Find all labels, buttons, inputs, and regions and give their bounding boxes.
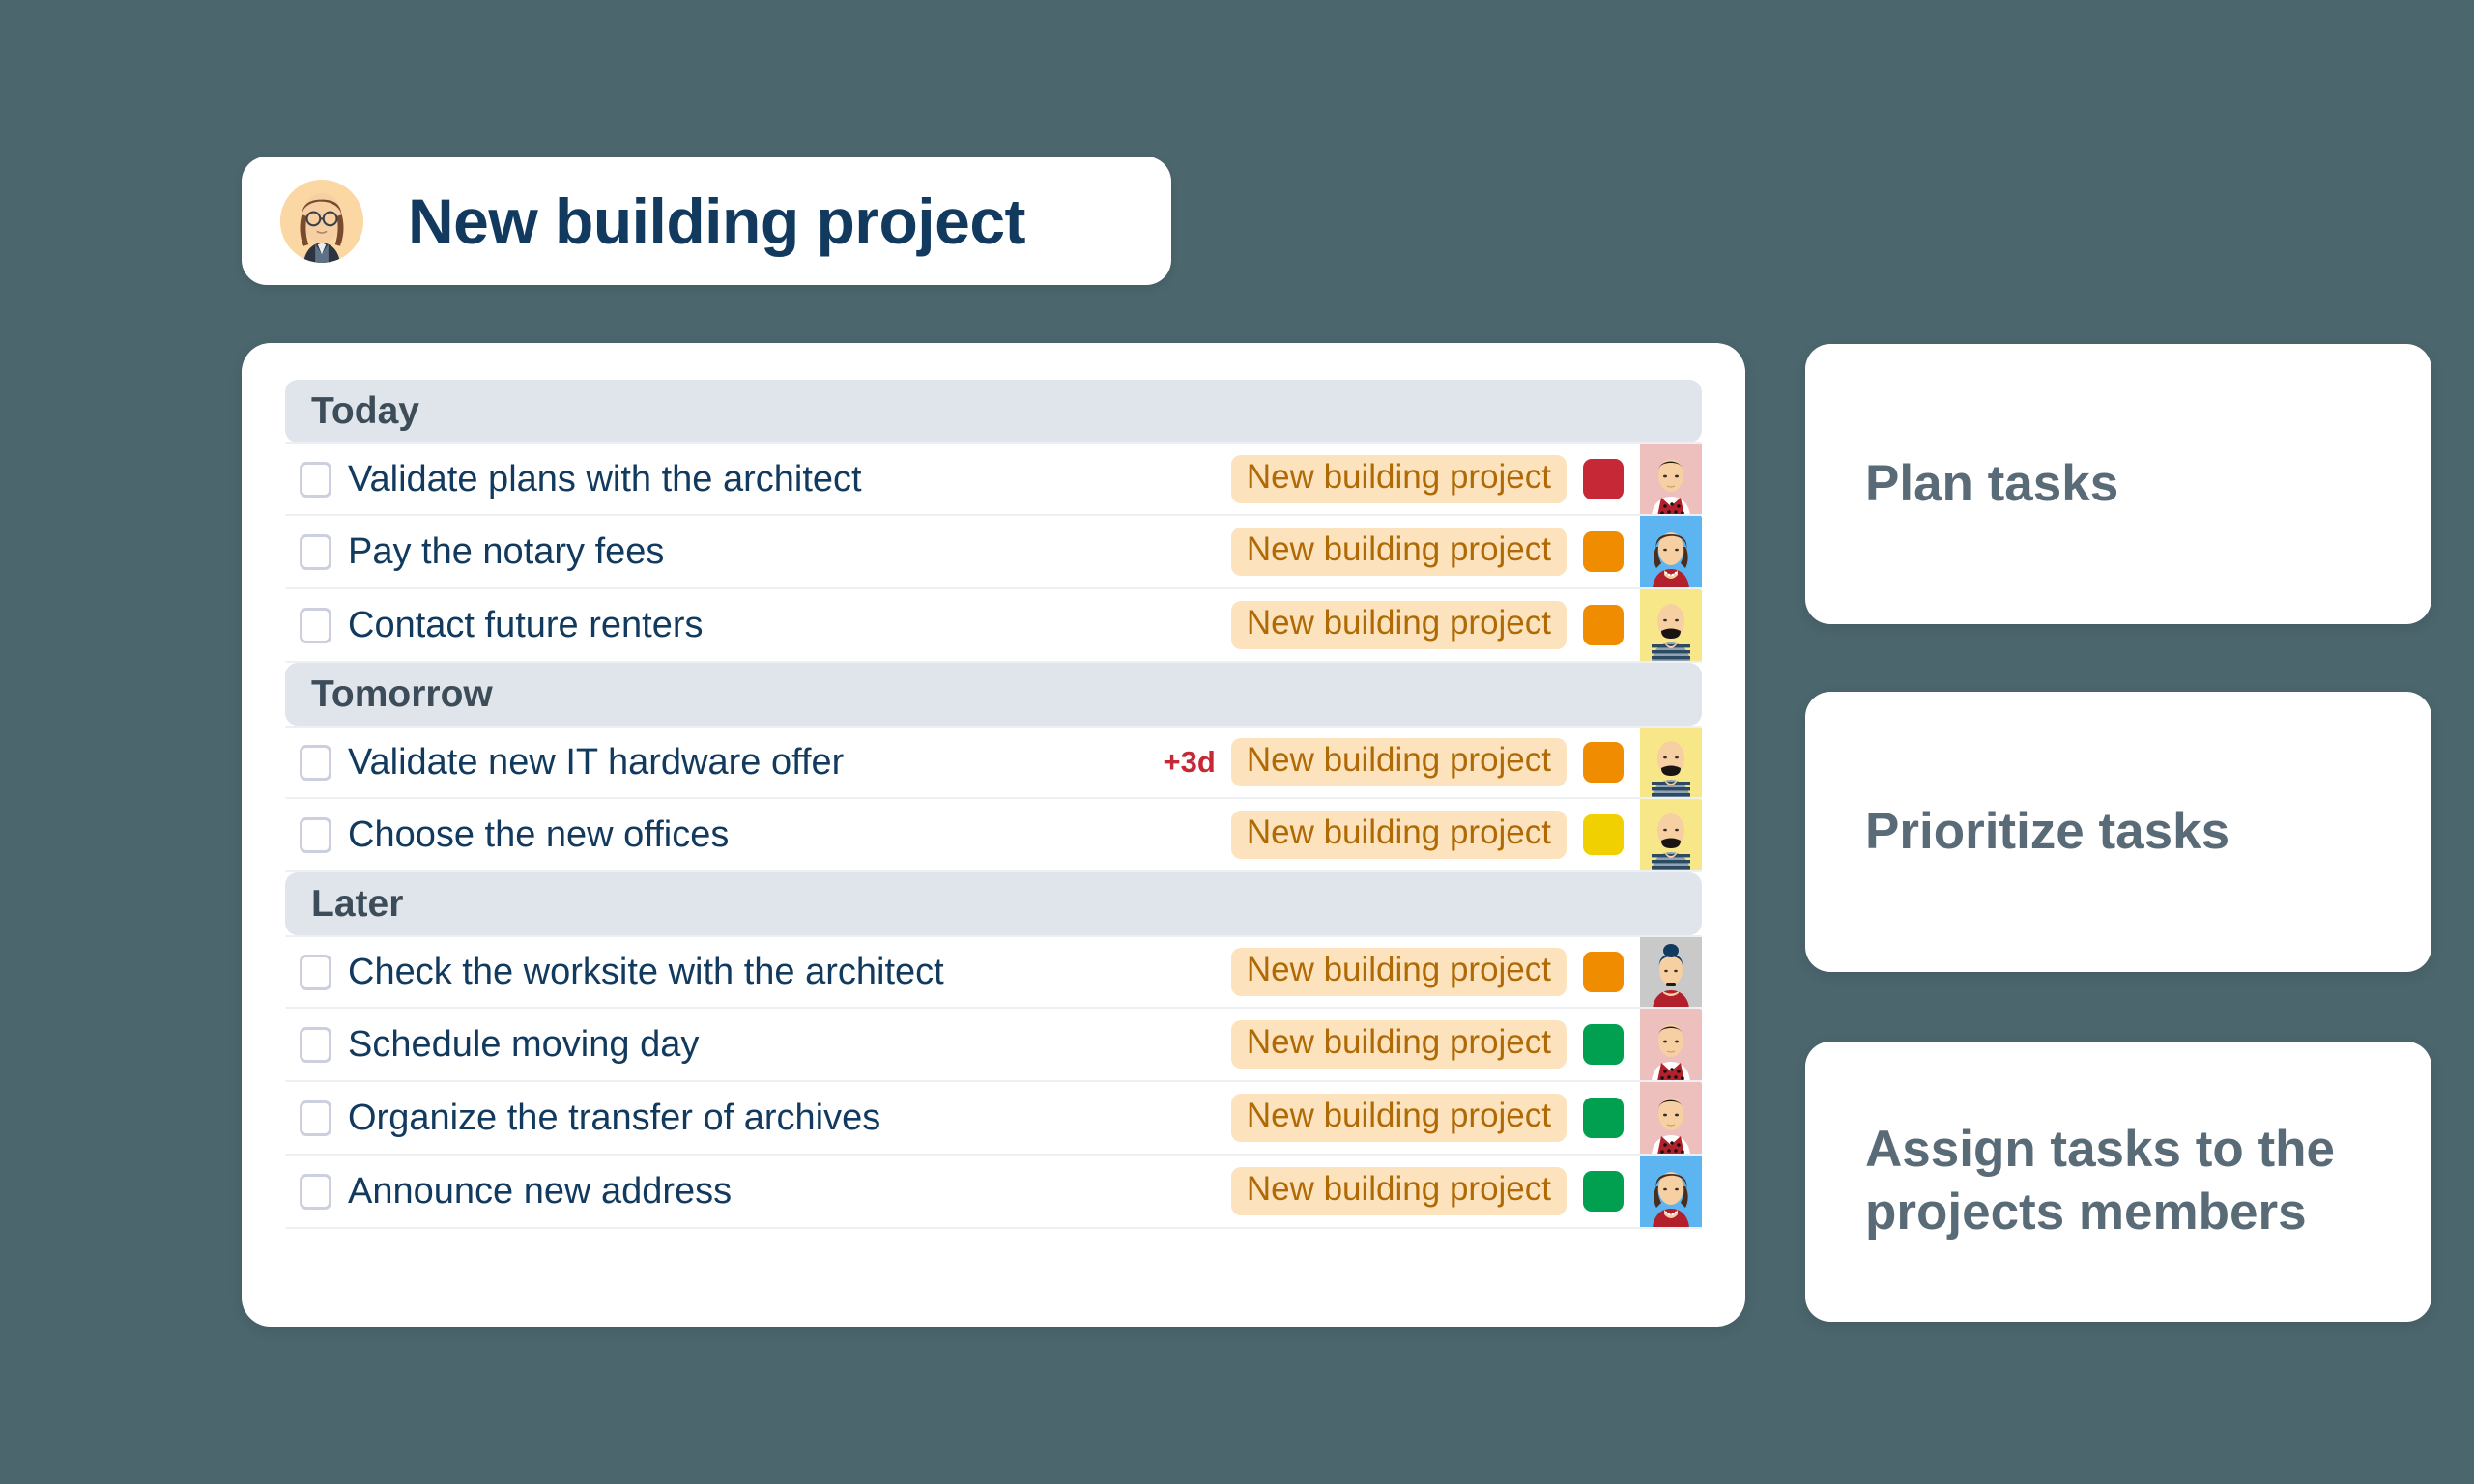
task-assignee-avatar[interactable] [1640, 728, 1702, 797]
task-row[interactable]: Schedule moving day New building project [285, 1009, 1702, 1082]
task-row[interactable]: Organize the transfer of archives New bui… [285, 1082, 1702, 1156]
task-title: Check the worksite with the architect [348, 951, 944, 992]
task-title: Organize the transfer of archives [348, 1097, 881, 1138]
task-group-header: Later [285, 872, 1702, 935]
project-owner-avatar [280, 179, 363, 263]
task-checkbox[interactable] [300, 744, 331, 781]
project-header[interactable]: New building project [242, 157, 1171, 285]
task-checkbox[interactable] [300, 954, 331, 990]
task-checkbox[interactable] [300, 1026, 331, 1063]
task-list-card: Today Validate plans with the architect Ne… [242, 343, 1745, 1327]
project-title: New building project [408, 185, 1026, 257]
task-due-badge: +3d [1163, 745, 1216, 779]
task-priority-chip-orange[interactable] [1583, 952, 1624, 992]
task-assignee-avatar[interactable] [1640, 1156, 1702, 1227]
task-assignee-avatar[interactable] [1640, 1009, 1702, 1080]
task-priority-chip-green[interactable] [1583, 1024, 1624, 1065]
task-group-label: Today [311, 390, 419, 432]
task-group-header: Today [285, 380, 1702, 442]
task-row[interactable]: Validate plans with the architect New bui… [285, 442, 1702, 516]
task-row[interactable]: Validate new IT hardware offer +3d New bui… [285, 726, 1702, 799]
task-checkbox[interactable] [300, 816, 331, 853]
task-project-tag[interactable]: New building project [1230, 1167, 1567, 1215]
task-group-label: Tomorrow [311, 673, 493, 715]
task-priority-chip-yellow[interactable] [1583, 814, 1624, 855]
task-priority-chip-red[interactable] [1583, 459, 1624, 499]
task-assignee-avatar[interactable] [1640, 516, 1702, 587]
task-title: Announce new address [348, 1170, 733, 1212]
task-assignee-avatar[interactable] [1640, 1082, 1702, 1154]
feature-card-label: Assign tasks to the projects members [1865, 1121, 2335, 1241]
task-title: Schedule moving day [348, 1023, 700, 1065]
task-project-tag[interactable]: New building project [1230, 1020, 1567, 1069]
task-title: Validate new IT hardware offer [348, 741, 845, 783]
task-priority-chip-green[interactable] [1583, 1098, 1624, 1138]
task-assignee-avatar[interactable] [1640, 937, 1702, 1007]
task-checkbox[interactable] [300, 607, 331, 643]
task-assignee-avatar[interactable] [1640, 799, 1702, 870]
feature-card-label: Plan tasks [1865, 454, 2119, 512]
task-group-header: Tomorrow [285, 663, 1702, 726]
task-row[interactable]: Check the worksite with the architect New… [285, 935, 1702, 1009]
task-project-tag[interactable]: New building project [1230, 455, 1567, 503]
task-row[interactable]: Contact future renters New building proje… [285, 589, 1702, 663]
task-row[interactable]: Choose the new offices New building proje… [285, 799, 1702, 872]
task-checkbox[interactable] [300, 1099, 331, 1136]
task-title: Validate plans with the architect [348, 458, 862, 499]
feature-card-assign-tasks[interactable]: Assign tasks to the projects members [1805, 1042, 2431, 1322]
task-project-tag[interactable]: New building project [1230, 738, 1567, 786]
task-checkbox[interactable] [300, 461, 331, 498]
task-list: Today Validate plans with the architect Ne… [242, 380, 1745, 1290]
task-project-tag[interactable]: New building project [1230, 1094, 1567, 1142]
task-assignee-avatar[interactable] [1640, 444, 1702, 514]
feature-card-plan-tasks[interactable]: Plan tasks [1805, 344, 2431, 624]
feature-card-prioritize-tasks[interactable]: Prioritize tasks [1805, 692, 2431, 972]
task-priority-chip-orange[interactable] [1583, 531, 1624, 572]
page-root: New building project Today Validate plans… [0, 0, 2474, 1484]
task-project-tag[interactable]: New building project [1230, 601, 1567, 649]
task-title: Pay the notary fees [348, 530, 665, 572]
task-row[interactable]: Pay the notary fees New building project [285, 516, 1702, 589]
task-row[interactable]: Announce new address New building project [285, 1156, 1702, 1229]
task-project-tag[interactable]: New building project [1230, 528, 1567, 576]
feature-card-label: Prioritize tasks [1865, 802, 2230, 860]
task-checkbox[interactable] [300, 533, 331, 570]
task-project-tag[interactable]: New building project [1230, 948, 1567, 996]
task-title: Choose the new offices [348, 813, 730, 855]
task-group-label: Later [311, 883, 404, 925]
task-checkbox[interactable] [300, 1173, 331, 1210]
task-priority-chip-orange[interactable] [1583, 605, 1624, 645]
task-assignee-avatar[interactable] [1640, 589, 1702, 661]
task-priority-chip-orange[interactable] [1583, 742, 1624, 783]
task-priority-chip-green[interactable] [1583, 1171, 1624, 1212]
task-title: Contact future renters [348, 604, 704, 645]
task-project-tag[interactable]: New building project [1230, 811, 1567, 859]
